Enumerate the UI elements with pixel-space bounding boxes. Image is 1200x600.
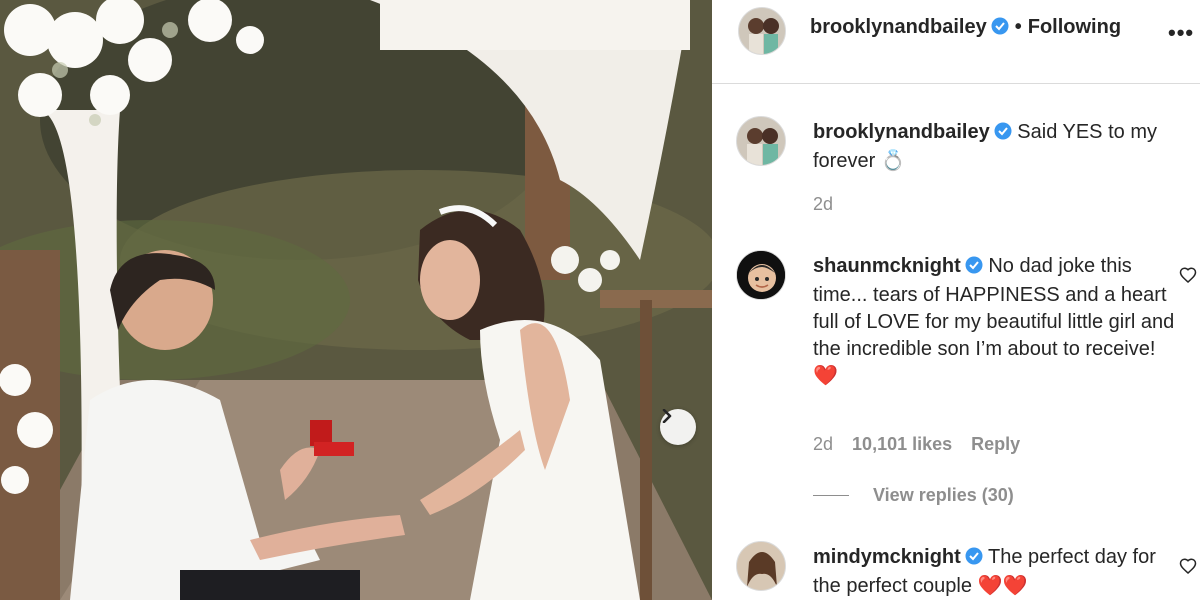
view-replies-label: View replies (30) (873, 485, 1014, 505)
comment-avatar[interactable] (736, 250, 786, 300)
memoji-avatar-icon (737, 251, 785, 299)
post-header: brooklynandbailey • Following ••• (712, 0, 1200, 84)
comment-likes[interactable]: 10,101 likes (852, 434, 952, 454)
caption-time[interactable]: 2d (813, 194, 833, 214)
red-heart-emoji: ❤️ (813, 365, 838, 387)
next-photo-button[interactable] (660, 409, 696, 445)
post-side-panel: brooklynandbailey • Following ••• brookly… (712, 0, 1200, 600)
verified-badge-icon (965, 255, 983, 282)
verified-badge-icon (994, 121, 1012, 148)
red-heart-emoji: ❤️❤️ (977, 575, 1028, 597)
chevron-right-icon (662, 409, 672, 423)
comment-text-block: mindymcknight The perfect day for the pe… (813, 544, 1183, 600)
replies-divider (813, 495, 849, 496)
avatar-image (737, 542, 785, 590)
caption-avatar[interactable] (736, 116, 786, 166)
reply-button[interactable]: Reply (971, 434, 1020, 454)
avatar-image (739, 8, 785, 54)
caption-meta: 2d (813, 194, 847, 215)
view-replies-button[interactable]: View replies (30) (813, 485, 1014, 506)
comment-text-block: shaunmcknight No dad joke this time... t… (813, 253, 1183, 390)
header-username[interactable]: brooklynandbailey (810, 16, 987, 38)
caption-text-block: brooklynandbailey Said YES to my forever… (813, 119, 1183, 175)
header-avatar[interactable] (738, 7, 786, 55)
comment-username[interactable]: shaunmcknight (813, 255, 961, 277)
more-options-icon[interactable]: ••• (1168, 22, 1194, 44)
header-separator: • (1014, 16, 1022, 38)
avatar-image (737, 117, 785, 165)
following-button[interactable]: Following (1028, 16, 1121, 38)
like-heart-icon[interactable] (1179, 557, 1197, 574)
like-heart-icon[interactable] (1179, 266, 1197, 283)
proposal-photo-illustration (0, 0, 712, 600)
comment-time[interactable]: 2d (813, 434, 833, 454)
header-text: brooklynandbailey • Following (810, 16, 1121, 41)
comment-avatar[interactable] (736, 541, 786, 591)
comment-meta: 2d 10,101 likes Reply (813, 434, 1034, 455)
comment-username[interactable]: mindymcknight (813, 546, 961, 568)
caption-username[interactable]: brooklynandbailey (813, 121, 990, 143)
verified-badge-icon (991, 17, 1009, 41)
post-photo[interactable] (0, 0, 712, 600)
verified-badge-icon (965, 546, 983, 573)
